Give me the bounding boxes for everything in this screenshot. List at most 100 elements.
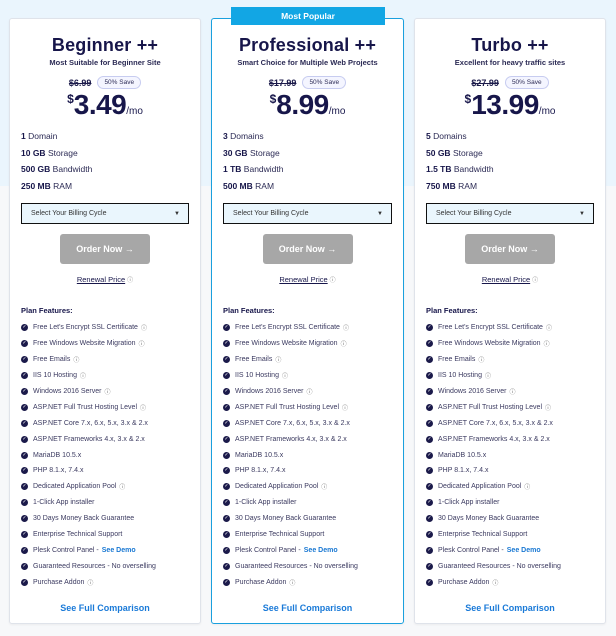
info-icon[interactable]: ⓘ bbox=[492, 578, 498, 587]
feature-text: Guaranteed Resources - No overselling bbox=[438, 562, 561, 570]
see-full-comparison-link[interactable]: See Full Comparison bbox=[212, 603, 403, 613]
check-circle-icon: ✓ bbox=[223, 499, 230, 507]
feature-text: PHP 8.1.x, 7.4.x bbox=[235, 467, 286, 475]
info-icon[interactable]: ⓘ bbox=[545, 403, 551, 412]
billing-cycle-placeholder: Select Your Billing Cycle bbox=[436, 210, 512, 217]
check-circle-icon: ✓ bbox=[21, 531, 28, 539]
feature-item: ✓ Free Emails ⓘ bbox=[426, 352, 605, 368]
billing-cycle-select[interactable]: Select Your Billing Cycle ▼ bbox=[426, 203, 594, 224]
feature-item: ✓ IIS 10 Hosting ⓘ bbox=[426, 368, 605, 384]
spec-value: 500 GB bbox=[21, 164, 51, 174]
info-icon[interactable]: ⓘ bbox=[321, 482, 327, 491]
order-now-button[interactable]: Order Now → bbox=[60, 234, 150, 264]
renewal-price-link[interactable]: Renewal Price bbox=[482, 275, 530, 284]
see-full-comparison-link[interactable]: See Full Comparison bbox=[415, 603, 605, 613]
info-icon[interactable]: ⓘ bbox=[289, 578, 295, 587]
spec-label: Domain bbox=[28, 131, 58, 141]
price-row: $17.99 50% Save bbox=[212, 76, 403, 89]
see-demo-link[interactable]: See Demo bbox=[507, 547, 541, 554]
order-now-button[interactable]: Order Now → bbox=[465, 234, 555, 264]
feature-text: ASP.NET Full Trust Hosting Level bbox=[235, 403, 340, 411]
check-circle-icon: ✓ bbox=[21, 451, 28, 459]
info-icon[interactable]: ⓘ bbox=[87, 578, 93, 587]
check-circle-icon: ✓ bbox=[426, 403, 433, 411]
spec-value: 500 MB bbox=[223, 180, 253, 191]
see-demo-link[interactable]: See Demo bbox=[102, 547, 136, 554]
feature-item: ✓ Plesk Control Panel - See Demo bbox=[223, 542, 403, 558]
feature-item: ✓ MariaDB 10.5.x bbox=[426, 447, 605, 463]
info-icon[interactable]: ⓘ bbox=[119, 482, 125, 491]
check-circle-icon: ✓ bbox=[21, 356, 28, 364]
spec-value: 30 GB bbox=[223, 147, 248, 158]
feature-item: ✓ MariaDB 10.5.x bbox=[21, 447, 200, 463]
renewal-price: Renewal Price ⓘ bbox=[212, 275, 403, 284]
plan-features-title: Plan Features: bbox=[426, 306, 478, 315]
plan-name: Turbo ++ bbox=[471, 35, 549, 55]
info-icon[interactable]: ⓘ bbox=[330, 278, 336, 284]
info-icon[interactable]: ⓘ bbox=[139, 339, 145, 348]
feature-text: ASP.NET Full Trust Hosting Level bbox=[33, 403, 138, 411]
spec-value: 5 bbox=[426, 131, 431, 141]
spec-item: 500 GB Bandwidth bbox=[21, 161, 200, 178]
check-circle-icon: ✓ bbox=[426, 515, 433, 523]
spec-label: Bandwidth bbox=[243, 164, 284, 174]
billing-cycle-placeholder: Select Your Billing Cycle bbox=[31, 210, 107, 217]
feature-item: ✓ 30 Days Money Back Guarantee bbox=[426, 511, 605, 527]
feature-item: ✓ 1-Click App installer bbox=[223, 495, 403, 511]
feature-text: ASP.NET Core 7.x, 6.x, 5.x, 3.x & 2.x bbox=[438, 419, 553, 427]
info-icon[interactable]: ⓘ bbox=[275, 355, 281, 364]
check-circle-icon: ✓ bbox=[426, 324, 433, 332]
info-icon[interactable]: ⓘ bbox=[104, 387, 110, 396]
see-demo-link[interactable]: See Demo bbox=[304, 547, 338, 554]
spec-item: 750 MB RAM bbox=[426, 178, 605, 195]
feature-text: Free Windows Website Migration bbox=[235, 340, 338, 348]
feature-item: ✓ Free Let's Encrypt SSL Certificate ⓘ bbox=[426, 320, 605, 336]
feature-item: ✓ Free Windows Website Migration ⓘ bbox=[21, 336, 200, 352]
spec-value: 1 TB bbox=[223, 164, 242, 174]
renewal-price-link[interactable]: Renewal Price bbox=[279, 275, 327, 284]
info-icon[interactable]: ⓘ bbox=[509, 387, 515, 396]
billing-cycle-select[interactable]: Select Your Billing Cycle ▼ bbox=[223, 203, 392, 224]
price-row: $6.99 50% Save bbox=[10, 76, 200, 89]
feature-text: Enterprise Technical Support bbox=[33, 531, 123, 539]
info-icon[interactable]: ⓘ bbox=[524, 482, 530, 491]
info-icon[interactable]: ⓘ bbox=[485, 371, 491, 380]
check-circle-icon: ✓ bbox=[21, 435, 28, 443]
spec-label: Storage bbox=[249, 147, 280, 158]
info-icon[interactable]: ⓘ bbox=[306, 387, 312, 396]
info-icon[interactable]: ⓘ bbox=[343, 323, 349, 332]
feature-item: ✓ Free Windows Website Migration ⓘ bbox=[426, 336, 605, 352]
info-icon[interactable]: ⓘ bbox=[127, 278, 133, 284]
old-price: $17.99 bbox=[268, 77, 297, 88]
feature-item: ✓ Free Let's Encrypt SSL Certificate ⓘ bbox=[21, 320, 200, 336]
current-price: $3.49/mo bbox=[10, 91, 200, 119]
feature-text: Dedicated Application Pool bbox=[438, 483, 522, 491]
check-circle-icon: ✓ bbox=[21, 372, 28, 380]
feature-item: ✓ ASP.NET Core 7.x, 6.x, 5.x, 3.x & 2.x bbox=[223, 415, 403, 431]
feature-text: 1-Click App installer bbox=[438, 499, 500, 507]
feature-text: MariaDB 10.5.x bbox=[33, 451, 82, 459]
info-icon[interactable]: ⓘ bbox=[532, 278, 538, 284]
check-circle-icon: ✓ bbox=[426, 451, 433, 459]
info-icon[interactable]: ⓘ bbox=[140, 403, 146, 412]
info-icon[interactable]: ⓘ bbox=[478, 355, 484, 364]
info-icon[interactable]: ⓘ bbox=[80, 371, 86, 380]
info-icon[interactable]: ⓘ bbox=[141, 323, 147, 332]
info-icon[interactable]: ⓘ bbox=[73, 355, 79, 364]
save-badge: 50% Save bbox=[504, 76, 549, 89]
plan-specs: 5 Domains 50 GB Storage 1.5 TB Bandwidth… bbox=[415, 128, 605, 194]
info-icon[interactable]: ⓘ bbox=[546, 323, 552, 332]
info-icon[interactable]: ⓘ bbox=[342, 403, 348, 412]
order-now-button[interactable]: Order Now → bbox=[262, 234, 353, 264]
see-full-comparison-link[interactable]: See Full Comparison bbox=[10, 603, 200, 613]
feature-text: IIS 10 Hosting bbox=[438, 372, 482, 380]
renewal-price-link[interactable]: Renewal Price bbox=[77, 275, 125, 284]
info-icon[interactable]: ⓘ bbox=[341, 339, 347, 348]
info-icon[interactable]: ⓘ bbox=[544, 339, 550, 348]
feature-list: ✓ Free Let's Encrypt SSL Certificate ⓘ ✓ Fre… bbox=[212, 320, 403, 590]
check-circle-icon: ✓ bbox=[21, 546, 28, 554]
check-circle-icon: ✓ bbox=[426, 435, 433, 443]
spec-label: RAM bbox=[53, 180, 73, 191]
billing-cycle-select[interactable]: Select Your Billing Cycle ▼ bbox=[21, 203, 189, 224]
info-icon[interactable]: ⓘ bbox=[282, 371, 288, 380]
